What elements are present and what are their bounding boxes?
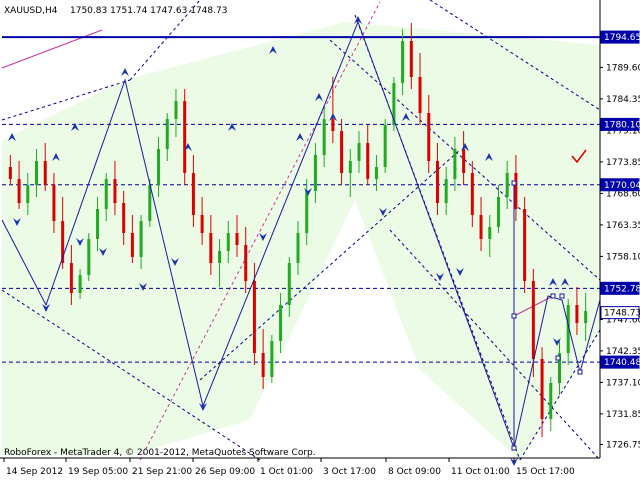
wave-node: [511, 180, 517, 186]
candle-body: [183, 101, 187, 173]
price-chart[interactable]: 1789.601784.351779.101773.851768.601763.…: [0, 0, 640, 480]
candle-body: [531, 281, 535, 359]
price-tick-label: 1731.85: [606, 410, 640, 420]
candle-body: [78, 275, 82, 293]
time-tick-label: 1 Oct 01:00: [260, 467, 313, 477]
candle-body: [488, 227, 492, 239]
price-tick-label: 1737.10: [606, 378, 640, 388]
price-tick-label: 1784.35: [606, 95, 640, 105]
candle-body: [313, 155, 317, 191]
candle-body: [26, 185, 30, 203]
candle-body: [191, 173, 195, 215]
candle-body: [104, 179, 108, 209]
candle-body: [357, 143, 361, 161]
price-tick-label: 1763.35: [606, 221, 640, 231]
candle-body: [218, 251, 222, 263]
price-level-label: 1740.48: [604, 358, 640, 368]
price-tick-label: 1758.10: [606, 252, 640, 262]
symbol-label: XAUUSD,H4: [4, 6, 58, 16]
candle-body: [35, 161, 39, 185]
candle-body: [69, 263, 73, 293]
candle-body: [130, 233, 134, 257]
candle-body: [409, 41, 413, 77]
candle-body: [235, 233, 239, 245]
candle-body: [305, 191, 309, 233]
candle-body: [462, 149, 466, 173]
price-tick-label: 1773.85: [606, 158, 640, 168]
candle-body: [165, 119, 169, 149]
candle-body: [270, 341, 274, 377]
candle-body: [584, 311, 588, 323]
candle-body: [122, 203, 126, 233]
time-tick-label: 14 Sep 2012: [6, 467, 63, 477]
candle-body: [226, 233, 230, 251]
candle-body: [148, 185, 152, 221]
time-tick-label: 15 Oct 17:00: [516, 467, 575, 477]
candle-body: [252, 281, 256, 353]
candle-body: [322, 119, 326, 155]
time-tick-label: 19 Sep 05:00: [68, 467, 128, 477]
candle-body: [496, 197, 500, 227]
candle-body: [366, 143, 370, 179]
wave-node: [555, 355, 561, 361]
candle-body: [523, 209, 527, 281]
candle-body: [549, 383, 553, 419]
candle-body: [87, 239, 91, 275]
candle-body: [261, 353, 265, 377]
candle-body: [43, 161, 47, 185]
wave-node: [511, 445, 517, 451]
candle-body: [52, 185, 56, 221]
candle-body: [139, 221, 143, 257]
wave-node: [550, 293, 556, 299]
candle-body: [174, 101, 178, 119]
candle-body: [200, 215, 204, 233]
candle-body: [444, 179, 448, 203]
candle-body: [8, 167, 12, 179]
time-tick-label: 3 Oct 17:00: [323, 467, 376, 477]
candle-body: [296, 233, 300, 263]
candle-body: [374, 167, 378, 179]
candle-body: [453, 149, 457, 179]
copyright-label: RoboForex - MetaTrader 4, © 2001-2012, M…: [4, 448, 316, 458]
price-level-label: 1780.10: [604, 120, 640, 130]
candle-body: [427, 113, 431, 161]
candle-body: [340, 131, 344, 173]
candle-body: [435, 161, 439, 203]
candle-body: [209, 233, 213, 263]
time-tick-label: 8 Oct 09:00: [388, 467, 441, 477]
candle-body: [418, 77, 422, 113]
candle-body: [279, 305, 283, 341]
time-tick-label: 26 Sep 09:00: [195, 467, 255, 477]
candle-body: [540, 359, 544, 419]
wave-node: [511, 313, 517, 319]
candle-body: [479, 215, 483, 239]
candle-body: [287, 263, 291, 305]
price-level-label: 1748.73: [604, 309, 640, 319]
candle-body: [157, 149, 161, 185]
candle-body: [113, 179, 117, 203]
price-tick-label: 1742.35: [606, 347, 640, 357]
candle-body: [401, 41, 405, 83]
ohlc-label: 1750.83 1751.74 1747.63 1748.73: [70, 6, 227, 16]
time-tick-label: 21 Sep 21:00: [132, 467, 192, 477]
candle-body: [514, 173, 518, 209]
price-tick-label: 1789.60: [606, 63, 640, 73]
wave-node: [577, 369, 583, 375]
candle-body: [505, 173, 509, 197]
price-level-label: 1794.65: [604, 33, 640, 43]
candle-body: [331, 119, 335, 131]
candle-body: [244, 245, 248, 281]
price-tick-label: 1726.75: [606, 441, 640, 451]
candle-body: [383, 125, 387, 167]
candle-body: [348, 161, 352, 173]
candle-body: [17, 179, 21, 203]
price-level-label: 1752.78: [604, 284, 640, 294]
candle-body: [96, 209, 100, 239]
candle-body: [575, 305, 579, 323]
wave-node: [559, 293, 565, 299]
price-level-label: 1770.04: [604, 181, 640, 191]
candle-body: [470, 173, 474, 215]
time-tick-label: 11 Oct 01:00: [451, 467, 510, 477]
